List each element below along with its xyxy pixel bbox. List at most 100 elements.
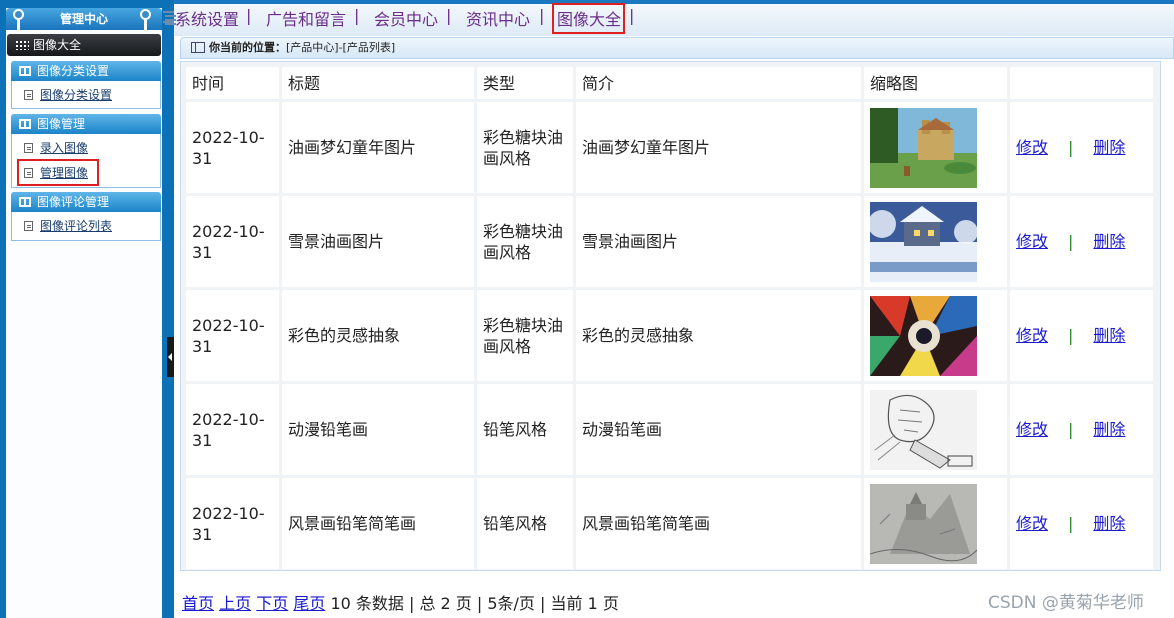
cell-title: 彩色的灵感抽象 [282, 290, 474, 381]
document-icon [24, 221, 33, 231]
nav-member-center[interactable]: 会员中心 [374, 6, 438, 30]
action-separator: | [1068, 420, 1074, 439]
nav-separator: | [539, 6, 545, 25]
cell-intro: 动漫铅笔画 [576, 384, 861, 475]
cell-thumbnail [864, 478, 1007, 569]
cell-actions: 修改 | 删除 [1010, 384, 1153, 475]
cell-time: 2022-10-31 [186, 290, 279, 381]
cell-time: 2022-10-31 [186, 102, 279, 193]
cell-actions: 修改 | 删除 [1010, 102, 1153, 193]
menu-icon [163, 11, 174, 23]
cell-intro: 油画梦幻童年图片 [576, 102, 861, 193]
highlight-box [552, 3, 625, 34]
edit-link[interactable]: 修改 [1016, 420, 1048, 439]
abstract-color-thumbnail[interactable] [870, 295, 977, 376]
edit-link[interactable]: 修改 [1016, 232, 1048, 251]
table-row: 2022-10-31 彩色的灵感抽象 彩色糖块油画风格 彩色的灵感抽象 修改 |… [186, 290, 1153, 381]
grid-icon [15, 40, 29, 50]
pager-first[interactable]: 首页 [182, 594, 214, 613]
sidebar-link-comment-list[interactable]: 图像评论列表 [24, 218, 112, 234]
delete-link[interactable]: 删除 [1093, 138, 1125, 157]
table-row: 2022-10-31 油画梦幻童年图片 彩色糖块油画风格 油画梦幻童年图片 修改… [186, 102, 1153, 193]
table-row: 2022-10-31 动漫铅笔画 铅笔风格 动漫铅笔画 修改 | 删除 [186, 384, 1153, 475]
delete-link[interactable]: 删除 [1093, 326, 1125, 345]
document-icon [24, 90, 33, 100]
castle-painting-thumbnail[interactable] [870, 107, 977, 188]
pin-icon [13, 9, 24, 35]
sidebar-group-image-management[interactable]: 图像管理 [11, 114, 161, 134]
book-icon [19, 197, 31, 207]
pin-icon [140, 9, 151, 35]
cell-time: 2022-10-31 [186, 478, 279, 569]
sidebar-header-title: 管理中心 [59, 12, 108, 26]
sidebar-link-category-settings[interactable]: 图像分类设置 [24, 87, 112, 103]
action-separator: | [1068, 232, 1074, 251]
cell-actions: 修改 | 删除 [1010, 290, 1153, 381]
landscape-pencil-thumbnail[interactable] [870, 483, 977, 564]
action-separator: | [1068, 326, 1074, 345]
nav-system-settings[interactable]: 系统设置 [175, 6, 239, 30]
action-separator: | [1068, 138, 1074, 157]
action-separator: | [1068, 514, 1074, 533]
pager-last[interactable]: 尾页 [293, 594, 325, 613]
edit-link[interactable]: 修改 [1016, 138, 1048, 157]
cell-type: 彩色糖块油画风格 [477, 196, 573, 287]
watermark: CSDN @黄菊华老师 [988, 593, 1144, 613]
pagination: 首页 上页 下页 尾页 10 条数据 | 总 2 页 | 5条/页 | 当前 1… [182, 590, 619, 614]
cell-time: 2022-10-31 [186, 384, 279, 475]
pager-next[interactable]: 下页 [256, 594, 288, 613]
cell-thumbnail [864, 196, 1007, 287]
sidebar-group-comments[interactable]: 图像评论管理 [11, 192, 161, 212]
cell-intro: 风景画铅笔简笔画 [576, 478, 861, 569]
sidebar-group-title: 图像分类设置 [37, 64, 110, 78]
sidebar-link-add-image[interactable]: 录入图像 [24, 140, 88, 156]
collapse-sidebar-toggle[interactable] [167, 337, 174, 377]
edit-link[interactable]: 修改 [1016, 514, 1048, 533]
delete-link[interactable]: 删除 [1093, 514, 1125, 533]
column-header: 时间 [186, 67, 279, 99]
cell-title: 风景画铅笔简笔画 [282, 478, 474, 569]
cell-thumbnail [864, 384, 1007, 475]
cell-time: 2022-10-31 [186, 196, 279, 287]
cell-intro: 雪景油画图片 [576, 196, 861, 287]
cell-intro: 彩色的灵感抽象 [576, 290, 861, 381]
cell-type: 彩色糖块油画风格 [477, 290, 573, 381]
book-icon [19, 119, 31, 129]
sidebar-header: 管理中心 [6, 8, 162, 30]
sidebar-group-title: 图像管理 [37, 117, 86, 131]
column-header: 简介 [576, 67, 861, 99]
cell-title: 油画梦幻童年图片 [282, 102, 474, 193]
breadcrumb: 你当前的位置：[产品中心]-[产品列表] [180, 37, 1174, 59]
delete-link[interactable]: 删除 [1093, 232, 1125, 251]
nav-separator: | [629, 6, 635, 25]
nav-ads-messages[interactable]: 广告和留言 [266, 6, 346, 30]
table-header-row: 时间 标题 类型 简介 缩略图 [186, 67, 1153, 99]
cell-type: 彩色糖块油画风格 [477, 102, 573, 193]
pager-prev[interactable]: 上页 [219, 594, 251, 613]
sidebar-current-section[interactable]: 图像大全 [7, 34, 161, 56]
cell-actions: 修改 | 删除 [1010, 478, 1153, 569]
sidebar-current-label: 图像大全 [33, 38, 82, 52]
cell-actions: 修改 | 删除 [1010, 196, 1153, 287]
frame-splitter[interactable] [167, 0, 174, 618]
breadcrumb-path: [产品中心]-[产品列表] [286, 41, 396, 54]
breadcrumb-label: 你当前的位置： [209, 41, 286, 54]
nav-separator: | [446, 6, 452, 25]
cell-thumbnail [864, 102, 1007, 193]
edit-link[interactable]: 修改 [1016, 326, 1048, 345]
panel-icon [191, 42, 205, 53]
product-table: 时间 标题 类型 简介 缩略图 2022-10-31 油画梦幻童年图片 彩色糖块… [183, 64, 1156, 572]
product-table-container: 时间 标题 类型 简介 缩略图 2022-10-31 油画梦幻童年图片 彩色糖块… [180, 61, 1161, 571]
document-icon [24, 143, 33, 153]
snow-landscape-thumbnail[interactable] [870, 201, 977, 282]
delete-link[interactable]: 删除 [1093, 420, 1125, 439]
column-header: 标题 [282, 67, 474, 99]
sidebar-link-label: 图像评论列表 [40, 219, 113, 233]
cell-type: 铅笔风格 [477, 478, 573, 569]
cell-type: 铅笔风格 [477, 384, 573, 475]
cell-thumbnail [864, 290, 1007, 381]
sidebar-group-category[interactable]: 图像分类设置 [11, 61, 161, 81]
nav-news-center[interactable]: 资讯中心 [466, 6, 530, 30]
anime-pencil-thumbnail[interactable] [870, 389, 977, 470]
nav-separator: | [246, 6, 252, 25]
